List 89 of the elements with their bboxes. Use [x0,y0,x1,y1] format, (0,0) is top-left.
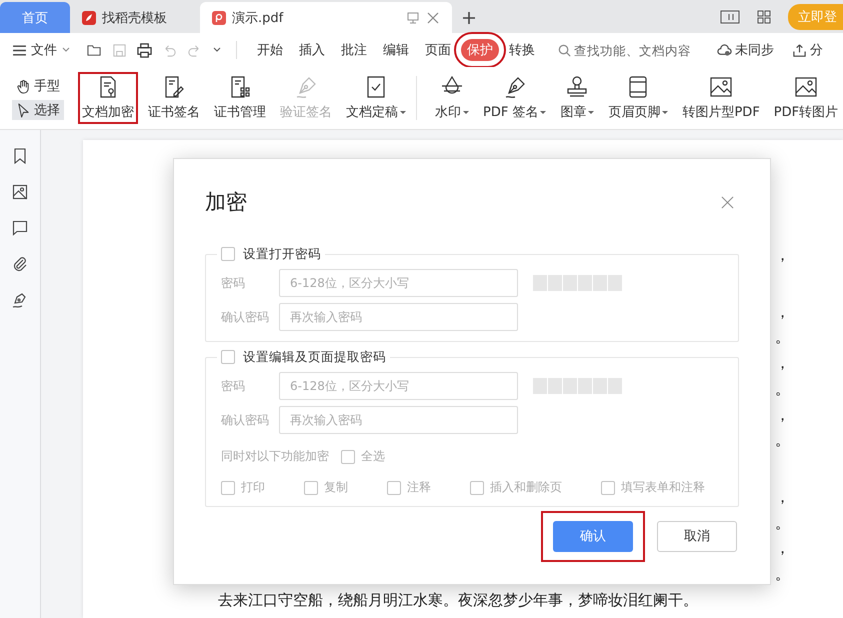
image-icon[interactable] [12,184,28,200]
toolbar-button[interactable]: 文档定稿 [342,72,410,124]
pen-nib-icon [294,75,318,99]
sync-button[interactable]: 未同步 [717,41,774,59]
ribbon-tab[interactable]: 保护 [461,39,499,61]
toolbar-button[interactable]: 图章 [556,72,598,124]
text-fragment: ， [775,539,790,558]
cloud-icon [717,42,732,58]
text-fragment: 。 [775,431,790,450]
text-line: 去来江口守空船，绕船月明江水寒。夜深忽梦少年事，梦啼妆泪红阑干。 [218,590,699,611]
close-icon[interactable] [721,196,734,208]
options-label: 同时对以下功能加密 [221,448,329,465]
document-tab[interactable]: 演示.pdf [200,2,452,33]
logo-icon [82,10,96,24]
text-fragment: 。 [775,328,790,346]
text-fragment: ， [775,246,790,264]
mode-button[interactable]: 手型 [12,76,64,96]
field-label: 密码 [221,274,246,292]
stamp-icon [565,75,590,99]
text-fragment: ， [775,406,790,424]
paperclip-icon[interactable] [12,256,28,272]
checkbox-label: 复制 [324,479,348,496]
file-menu[interactable]: 文件 [12,41,71,59]
toolbar-button[interactable]: 转图片型PDF [678,72,764,124]
checkbox[interactable] [221,247,235,261]
pdf-icon [212,10,226,24]
toolbar-button[interactable]: 文档加密 [78,72,138,124]
dialog-title: 加密 [205,189,247,216]
dropdown-icon [540,109,546,115]
print-icon[interactable] [137,42,152,58]
dropdown-icon [662,109,668,115]
hand-icon [16,78,31,94]
toolbar-button[interactable]: PDF 签名 [479,72,550,124]
toolbar-button[interactable]: 证书管理 [210,72,270,124]
text-fragment: ， [775,302,790,321]
text-fragment: ， [775,488,790,506]
field-label: 密码 [221,378,246,394]
image-icon [709,75,734,99]
search-icon [557,42,572,58]
checkbox-label: 打印 [241,479,265,496]
mode-button[interactable]: 选择 [12,100,64,120]
screen-icon[interactable] [406,10,420,24]
checkbox[interactable] [601,480,615,494]
group-label: 设置打开密码 [243,246,321,262]
menu-icon [12,42,27,58]
dropdown-icon [588,109,594,115]
page-view-icon[interactable] [720,8,740,24]
checkbox[interactable] [470,480,484,494]
cancel-button[interactable]: 取消 [657,521,737,552]
toolbar-button[interactable]: 页眉页脚 [604,72,672,124]
ribbon-tab[interactable]: 转换 [503,39,541,61]
text-fragment: 。 [775,380,790,398]
dropdown-icon [400,109,406,115]
ribbon-tab[interactable]: 批注 [335,39,373,61]
toolbar-button[interactable]: PDF转图片 [770,72,842,124]
close-icon[interactable] [426,10,440,24]
signature-icon[interactable] [12,292,28,308]
checkbox[interactable] [304,480,318,494]
checkbox[interactable] [221,480,235,494]
ribbon-tab[interactable]: 页面 [419,39,457,61]
share-icon [792,42,807,58]
toolbar-button[interactable]: 水印 [431,72,473,124]
comment-icon[interactable] [12,220,28,236]
checkbox-label: 注释 [407,479,431,496]
checkbox[interactable] [387,480,401,494]
ribbon-tab[interactable]: 编辑 [377,39,415,61]
checkbox-label: 全选 [361,448,385,465]
folder-icon[interactable] [87,42,102,58]
toolbar-button[interactable]: 证书签名 [144,72,204,124]
group-label: 设置编辑及页面提取密码 [243,348,386,366]
checkbox-label: 填写表单和注释 [621,479,705,496]
new-tab-icon[interactable] [462,11,476,25]
search-field[interactable]: 查找功能、文档内容 [557,42,699,58]
text-fragment: ， [775,354,790,372]
text-fragment: 。 [775,514,790,532]
checkbox[interactable] [341,450,355,464]
checkbox[interactable] [221,350,235,364]
dropdown-icon [463,109,469,115]
checkbox-label: 插入和删除页 [490,479,562,496]
ribbon-tab[interactable]: 开始 [251,39,289,61]
pointer-icon [16,102,31,118]
ribbon-tab[interactable]: 插入 [293,39,331,61]
image-icon [794,75,818,99]
share-button[interactable]: 分 [792,41,823,59]
text-fragment: 。 [775,565,790,584]
field-label: 确认密码 [221,412,270,428]
bookmark-icon[interactable] [12,148,28,164]
save-icon[interactable] [112,42,127,58]
field-label: 确认密码 [221,308,270,326]
